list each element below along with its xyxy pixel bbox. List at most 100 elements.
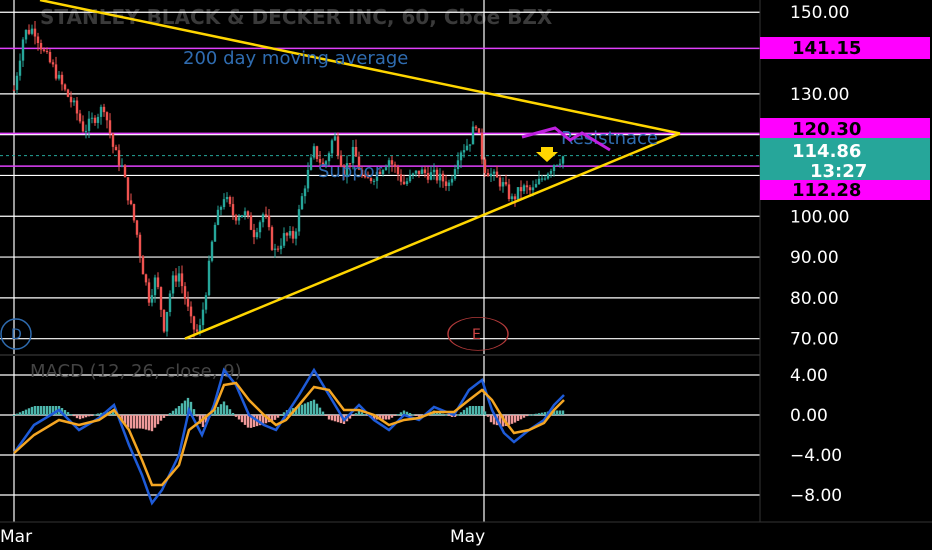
candle-body: [384, 167, 388, 171]
candle-body: [108, 120, 112, 134]
price-tick-label-1: 130.00: [790, 85, 849, 105]
macd-histogram-bar: [27, 408, 31, 415]
candle-body: [12, 89, 16, 91]
candle-body: [486, 172, 490, 177]
candle-body: [354, 146, 358, 157]
macd-histogram-bar: [456, 414, 460, 416]
candle-body: [141, 256, 145, 275]
macd-histogram-bar: [480, 406, 484, 415]
candle-body: [24, 29, 28, 40]
macd-tick-label-0: 4.00: [790, 366, 828, 386]
candle-body: [312, 146, 316, 158]
candle-body: [453, 169, 457, 179]
price-axis[interactable]: [760, 0, 932, 550]
candle-body: [102, 106, 106, 113]
ma-annotation[interactable]: 200 day moving average: [183, 48, 408, 69]
price-tick-label-6: 80.00: [790, 289, 839, 309]
macd-histogram-bar: [516, 415, 520, 421]
candle-body: [492, 171, 496, 174]
macd-histogram-bar: [537, 413, 541, 415]
resistance-annotation[interactable]: Resistnace: [561, 128, 658, 149]
macd-histogram-bar: [228, 409, 232, 415]
macd-histogram-bar: [399, 412, 403, 415]
candle-body: [207, 260, 211, 296]
macd-histogram-bar: [276, 415, 280, 418]
candle-body: [447, 182, 451, 187]
candle-body: [96, 116, 100, 123]
candle-body: [276, 248, 280, 250]
candle-body: [129, 200, 133, 205]
macd-histogram-bar: [336, 415, 340, 423]
macd-histogram-bar: [561, 410, 565, 415]
candle-body: [387, 160, 391, 168]
tag-112-label: 112.28: [792, 180, 861, 201]
macd-histogram-bar: [513, 415, 517, 423]
macd-histogram-bar: [96, 413, 100, 415]
macd-histogram-bar: [162, 415, 166, 418]
macd-histogram-bar: [78, 415, 82, 420]
macd-histogram-bar: [441, 413, 445, 415]
candle-body: [498, 177, 502, 187]
candle-body: [30, 28, 34, 34]
candle-body: [495, 171, 499, 178]
candle-body: [138, 234, 142, 257]
candle-body: [507, 184, 511, 200]
candle-body: [69, 96, 73, 103]
candle-body: [48, 51, 52, 63]
candle-body: [525, 185, 529, 188]
tag-141[interactable]: 141.15: [760, 37, 930, 59]
candle-body: [78, 113, 82, 122]
candle-body: [255, 232, 259, 238]
macd-histogram-bar: [165, 415, 169, 416]
candle-body: [84, 130, 88, 132]
candle-body: [27, 29, 31, 34]
candle-body: [168, 293, 172, 313]
candle-body: [246, 211, 250, 216]
candle-body: [42, 49, 46, 51]
macd-histogram-bar: [153, 415, 157, 428]
candle-body: [171, 275, 175, 294]
chart-canvas[interactable]: STANLEY BLACK & DECKER INC, 60, Cboe BZX…: [0, 0, 932, 550]
candle-body: [450, 178, 454, 183]
candle-body: [36, 36, 40, 43]
macd-histogram-bar: [171, 410, 175, 415]
candle-body: [534, 184, 538, 188]
candle-body: [489, 173, 493, 177]
tag-112[interactable]: 112.28: [760, 180, 930, 201]
candle-body: [177, 273, 181, 282]
candle-body: [81, 121, 85, 132]
candle-body: [390, 160, 394, 165]
price-tick-label-5: 90.00: [790, 248, 839, 268]
candle-body: [111, 133, 115, 147]
candle-body: [252, 229, 256, 238]
dividend-marker-label: D: [11, 327, 22, 343]
candle-body: [504, 182, 508, 185]
macd-histogram-bar: [69, 414, 73, 416]
tag-120[interactable]: 120.30: [760, 118, 930, 140]
macd-histogram-bar: [309, 400, 313, 415]
candle-body: [189, 306, 193, 317]
candle-body: [402, 181, 406, 185]
tag-last-price[interactable]: 114.86: [760, 138, 930, 162]
candle-body: [72, 100, 76, 103]
candle-body: [288, 231, 292, 236]
time-axis[interactable]: [0, 522, 760, 550]
macd-histogram-bar: [300, 404, 304, 415]
candle-body: [87, 118, 91, 131]
candle-body: [420, 169, 424, 175]
candle-body: [153, 277, 157, 296]
macd-histogram-bar: [240, 415, 244, 423]
macd-histogram-bar: [168, 413, 172, 415]
candle-body: [399, 174, 403, 182]
candle-body: [543, 178, 547, 180]
candle-body: [456, 160, 460, 170]
candle-body: [408, 175, 412, 182]
candle-body: [444, 181, 448, 187]
macd-title: MACD (12, 26, close, 9): [30, 361, 242, 382]
support-annotation[interactable]: Suppor: [318, 161, 383, 182]
macd-histogram-bar: [144, 415, 148, 430]
macd-histogram-bar: [486, 415, 490, 417]
price-tick-label-0: 150.00: [790, 3, 849, 23]
candle-body: [552, 165, 556, 171]
macd-histogram-bar: [360, 412, 364, 415]
